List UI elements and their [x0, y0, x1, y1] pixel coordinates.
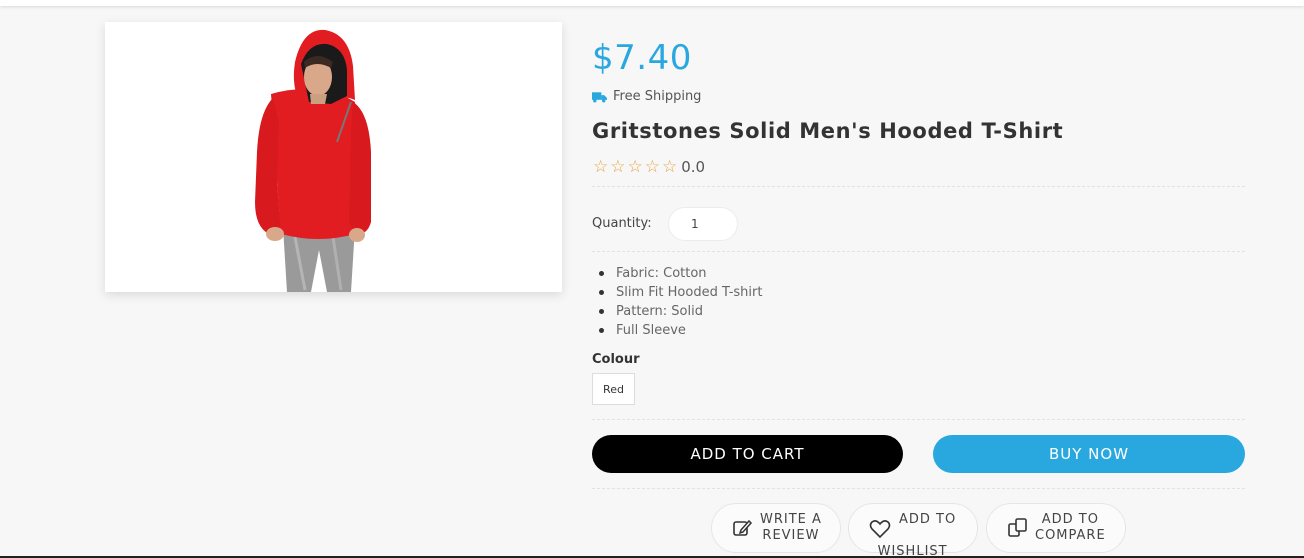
divider [592, 186, 1245, 187]
divider [592, 419, 1245, 420]
product-photo [255, 29, 371, 292]
star-icon: ☆ [593, 157, 609, 177]
write-review-label: WRITE A [760, 512, 822, 527]
product-price: $7.40 [592, 38, 692, 78]
add-to-compare-button[interactable]: ADD TO COMPARE [986, 503, 1126, 553]
colour-label: Colour [592, 352, 640, 367]
quantity-input[interactable] [668, 207, 738, 241]
product-rating[interactable]: ☆ ☆ ☆ ☆ ☆ 0.0 [593, 157, 705, 177]
compare-label: COMPARE [1035, 528, 1106, 543]
shipping-label: Free Shipping [613, 89, 702, 104]
write-review-label: REVIEW [762, 528, 820, 543]
compare-icon [1008, 518, 1027, 537]
list-item: Fabric: Cotton [598, 264, 762, 283]
star-icon: ☆ [662, 157, 678, 177]
free-shipping-info: Free Shipping [592, 89, 701, 104]
write-review-button[interactable]: WRITE A REVIEW [711, 503, 841, 553]
product-title: Gritstones Solid Men's Hooded T-Shirt [592, 119, 1064, 143]
quantity-label: Quantity: [592, 216, 652, 231]
star-icon: ☆ [627, 157, 643, 177]
compare-label: ADD TO [1041, 512, 1099, 527]
star-icon: ☆ [610, 157, 626, 177]
feature-list: Fabric: Cotton Slim Fit Hooded T-shirt P… [598, 264, 762, 340]
product-image[interactable] [105, 22, 562, 292]
add-to-cart-button[interactable]: ADD TO CART [592, 435, 903, 473]
list-item: Full Sleeve [598, 321, 762, 340]
star-icon: ☆ [644, 157, 660, 177]
colour-option-red[interactable]: Red [592, 373, 635, 405]
list-item: Slim Fit Hooded T-shirt [598, 283, 762, 302]
buy-now-button[interactable]: BUY NOW [933, 435, 1245, 473]
rating-value: 0.0 [681, 158, 706, 176]
heart-icon [869, 520, 891, 539]
divider [592, 488, 1245, 489]
top-header-strip [0, 0, 1304, 6]
wishlist-label: ADD TO [899, 512, 957, 527]
list-item: Pattern: Solid [598, 302, 762, 321]
add-to-wishlist-button[interactable]: ADD TO WISHLIST [848, 503, 978, 558]
truck-icon [592, 91, 607, 102]
edit-icon [733, 519, 753, 536]
divider [592, 251, 1245, 252]
